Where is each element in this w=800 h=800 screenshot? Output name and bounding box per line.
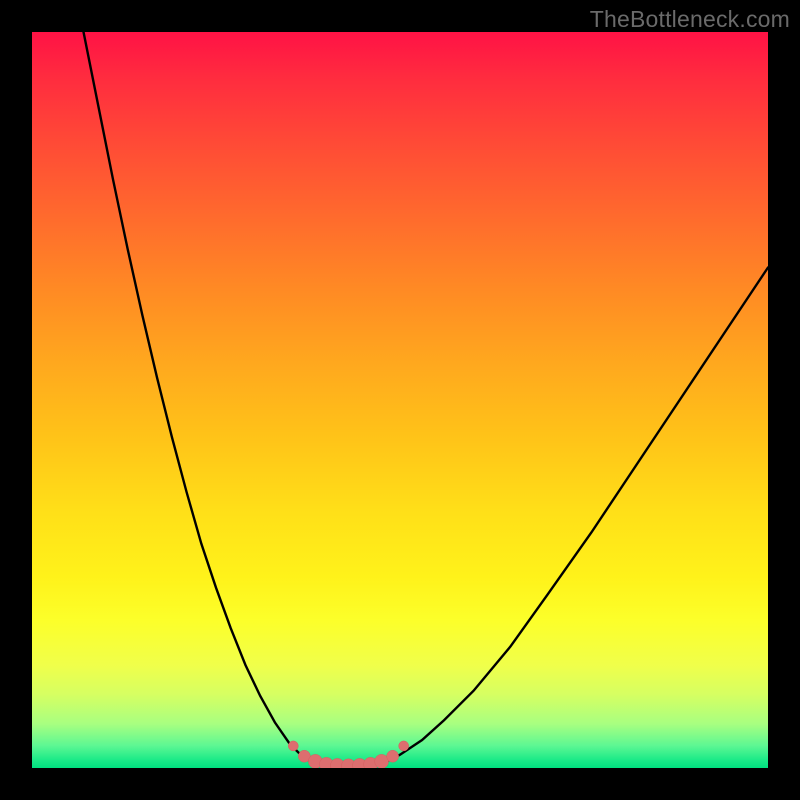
valley-marker — [387, 750, 399, 762]
valley-marker — [399, 741, 409, 751]
curve-right-branch — [385, 268, 768, 763]
curve-layer — [32, 32, 768, 768]
watermark-text: TheBottleneck.com — [590, 6, 790, 33]
valley-marker-group — [288, 741, 408, 768]
plot-area — [32, 32, 768, 768]
outer-frame: TheBottleneck.com — [0, 0, 800, 800]
valley-marker — [288, 741, 298, 751]
curve-left-branch — [84, 32, 312, 762]
